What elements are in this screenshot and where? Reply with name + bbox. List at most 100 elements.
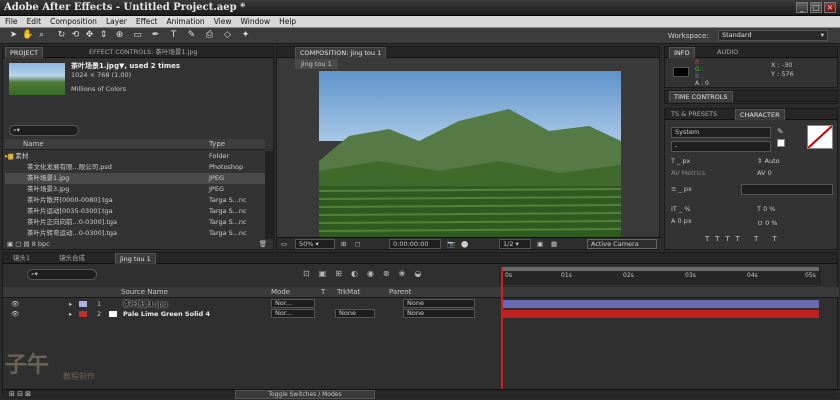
font-family-select[interactable]: System — [671, 127, 771, 138]
title-safe-icon[interactable]: ⊞ — [341, 240, 346, 248]
show-channel-icon[interactable]: ⬤ — [461, 240, 468, 248]
comp-viewer[interactable] — [319, 71, 621, 237]
menu-help[interactable]: Help — [274, 16, 300, 26]
project-scrollbar[interactable] — [265, 151, 273, 239]
clone-stamp-icon[interactable]: ⎙ — [204, 30, 215, 41]
work-area-bar[interactable] — [501, 267, 819, 271]
list-item[interactable]: 茶叶片运动[0035-0300].tga Targa S...nc — [5, 206, 265, 217]
current-time-field[interactable]: 0:00:00:00 — [389, 239, 441, 249]
trkmat-select[interactable]: None — [335, 309, 375, 318]
layer-name[interactable]: Pale Lime Green Solid 4 — [123, 309, 210, 319]
eye-icon[interactable]: 👁 — [11, 299, 19, 309]
list-item[interactable]: 茶叶片正向向前...0-0300].tga Targa S...nc — [5, 217, 265, 228]
comp-subtab[interactable]: jing tou 1 — [295, 59, 338, 69]
menu-view[interactable]: View — [209, 16, 236, 26]
menu-window[interactable]: Window — [236, 16, 275, 26]
list-item[interactable]: ▸▆ 素材 Folder — [5, 151, 265, 162]
zoom-tool-icon[interactable]: ⌕ — [36, 30, 47, 41]
tab-info[interactable]: INFO — [669, 47, 695, 58]
tab-shot-comp[interactable]: 镜头合成 — [55, 253, 89, 264]
track-z-icon[interactable]: ⇕ — [98, 30, 109, 41]
list-item[interactable]: 茶叶场景3.jpg JPEG — [5, 184, 265, 195]
layer-duration-bar[interactable] — [503, 300, 819, 308]
eye-icon[interactable]: 👁 — [11, 309, 19, 319]
tab-project[interactable]: PROJECT — [5, 47, 44, 58]
camera-select[interactable]: Active Camera — [587, 239, 657, 249]
rectangle-tool-icon[interactable]: ▭ — [132, 30, 143, 41]
menu-animation[interactable]: Animation — [161, 16, 208, 26]
column-t[interactable]: T — [321, 288, 325, 296]
eraser-tool-icon[interactable]: ◇ — [222, 30, 233, 41]
tab-audio[interactable]: AUDIO — [713, 47, 742, 58]
tab-time-controls[interactable]: TIME CONTROLS — [669, 91, 733, 102]
toggle-switches-modes-button[interactable]: Toggle Switches / Modes — [235, 390, 375, 399]
column-name[interactable]: Name — [23, 140, 44, 148]
font-style-select[interactable]: - — [671, 141, 771, 152]
puppet-pin-icon[interactable]: ✦ — [240, 30, 251, 41]
pen-tool-icon[interactable]: ✒ — [150, 30, 161, 41]
baseline-shift-row[interactable]: A 0 px — [671, 217, 692, 225]
kerning-row[interactable]: AV Metrics — [671, 169, 705, 177]
rotate-tool-icon[interactable]: ↻ — [56, 30, 67, 41]
trash-icon[interactable]: 🗑 — [259, 240, 267, 248]
label-color[interactable] — [79, 311, 87, 317]
resolution-select[interactable]: 1/2 ▾ — [499, 239, 531, 249]
column-mode[interactable]: Mode — [271, 288, 290, 296]
minimize-button[interactable]: _ — [796, 2, 808, 13]
menu-composition[interactable]: Composition — [45, 16, 101, 26]
white-swatch[interactable] — [777, 139, 785, 147]
list-item[interactable]: 茶叶片转弯运动...0-0300].tga Targa S...nc — [5, 228, 265, 239]
menu-edit[interactable]: Edit — [22, 16, 46, 26]
text-tool-icon[interactable]: T — [168, 30, 179, 41]
time-ruler[interactable]: 0s 01s 02s 03s 04s 05s — [499, 267, 821, 285]
zoom-select[interactable]: 50% ▾ — [295, 239, 335, 249]
footer-icons[interactable]: ⊞ ⊟ ⊠ — [9, 390, 31, 398]
vertical-scale-row[interactable]: IT _ % — [671, 205, 690, 213]
timeline-search-input[interactable]: ⌕▾ — [27, 269, 97, 280]
list-item[interactable]: 茶叶片散开[0000-0080].tga Targa S...nc — [5, 195, 265, 206]
workspace-select[interactable]: Standard ▾ — [718, 30, 828, 41]
stroke-style-select[interactable] — [741, 184, 833, 195]
mode-select[interactable]: Nor... — [271, 299, 315, 308]
leading-row[interactable]: ⇕ Auto — [757, 157, 780, 165]
fill-color-swatch[interactable] — [807, 125, 833, 149]
menu-file[interactable]: File — [0, 16, 22, 26]
track-xy-icon[interactable]: ✥ — [84, 30, 95, 41]
maximize-button[interactable]: □ — [810, 2, 822, 13]
new-comp-icon[interactable]: ▤ — [23, 240, 29, 248]
tracking-row[interactable]: AV 0 — [757, 169, 772, 177]
tab-effect-controls[interactable]: EFFECT CONTROLS: 茶叶场景1.jpg — [85, 47, 202, 58]
parent-select[interactable]: None — [403, 309, 475, 318]
hand-tool-icon[interactable]: ✋ — [22, 30, 33, 41]
column-parent[interactable]: Parent — [389, 288, 411, 296]
mask-visibility-icon[interactable]: ◻ — [355, 240, 360, 248]
close-button[interactable]: × — [824, 2, 836, 13]
layer-row-1[interactable]: 👁 ▸ 1 茶叶场景1.jpg Nor... None — [3, 299, 840, 309]
expand-triangle-icon[interactable]: ▸ — [69, 309, 72, 319]
list-item[interactable]: 茶文化发展有限...限公司.psd Photoshop — [5, 162, 265, 173]
expand-triangle-icon[interactable]: ▸ — [69, 299, 72, 309]
column-source-name[interactable]: Source Name — [121, 288, 168, 296]
tab-composition[interactable]: COMPOSITION: jing tou 1 — [295, 47, 387, 58]
selection-tool-icon[interactable]: ➤ — [8, 30, 19, 41]
bpc-label[interactable]: 8 bpc — [32, 240, 50, 248]
menu-effect[interactable]: Effect — [131, 16, 162, 26]
region-of-interest-icon[interactable]: ▣ — [537, 240, 543, 248]
pan-behind-icon[interactable]: ⊕ — [114, 30, 125, 41]
label-color[interactable] — [79, 301, 87, 307]
layer-duration-bar[interactable] — [503, 310, 819, 318]
menu-layer[interactable]: Layer — [101, 16, 131, 26]
project-search-input[interactable]: ⌕▾ — [9, 125, 79, 136]
eyedropper-icon[interactable]: ✎ — [777, 127, 784, 136]
layer-name[interactable]: 茶叶场景1.jpg — [123, 299, 168, 309]
column-type[interactable]: Type — [209, 140, 225, 148]
tsume-row[interactable]: ㅁ 0 % — [757, 217, 777, 227]
current-time-indicator[interactable] — [501, 267, 503, 397]
column-trkmat[interactable]: TrkMat — [337, 288, 360, 296]
text-style-buttons[interactable]: TTTT T T — [705, 235, 783, 243]
always-preview-icon[interactable]: ▭ — [281, 240, 287, 248]
snapshot-icon[interactable]: 📷 — [447, 240, 455, 248]
brush-tool-icon[interactable]: ✎ — [186, 30, 197, 41]
timeline-switches[interactable]: ⊡▣⊞◐◉⊗❀◒ — [303, 269, 430, 278]
tab-character[interactable]: CHARACTER — [735, 109, 785, 120]
